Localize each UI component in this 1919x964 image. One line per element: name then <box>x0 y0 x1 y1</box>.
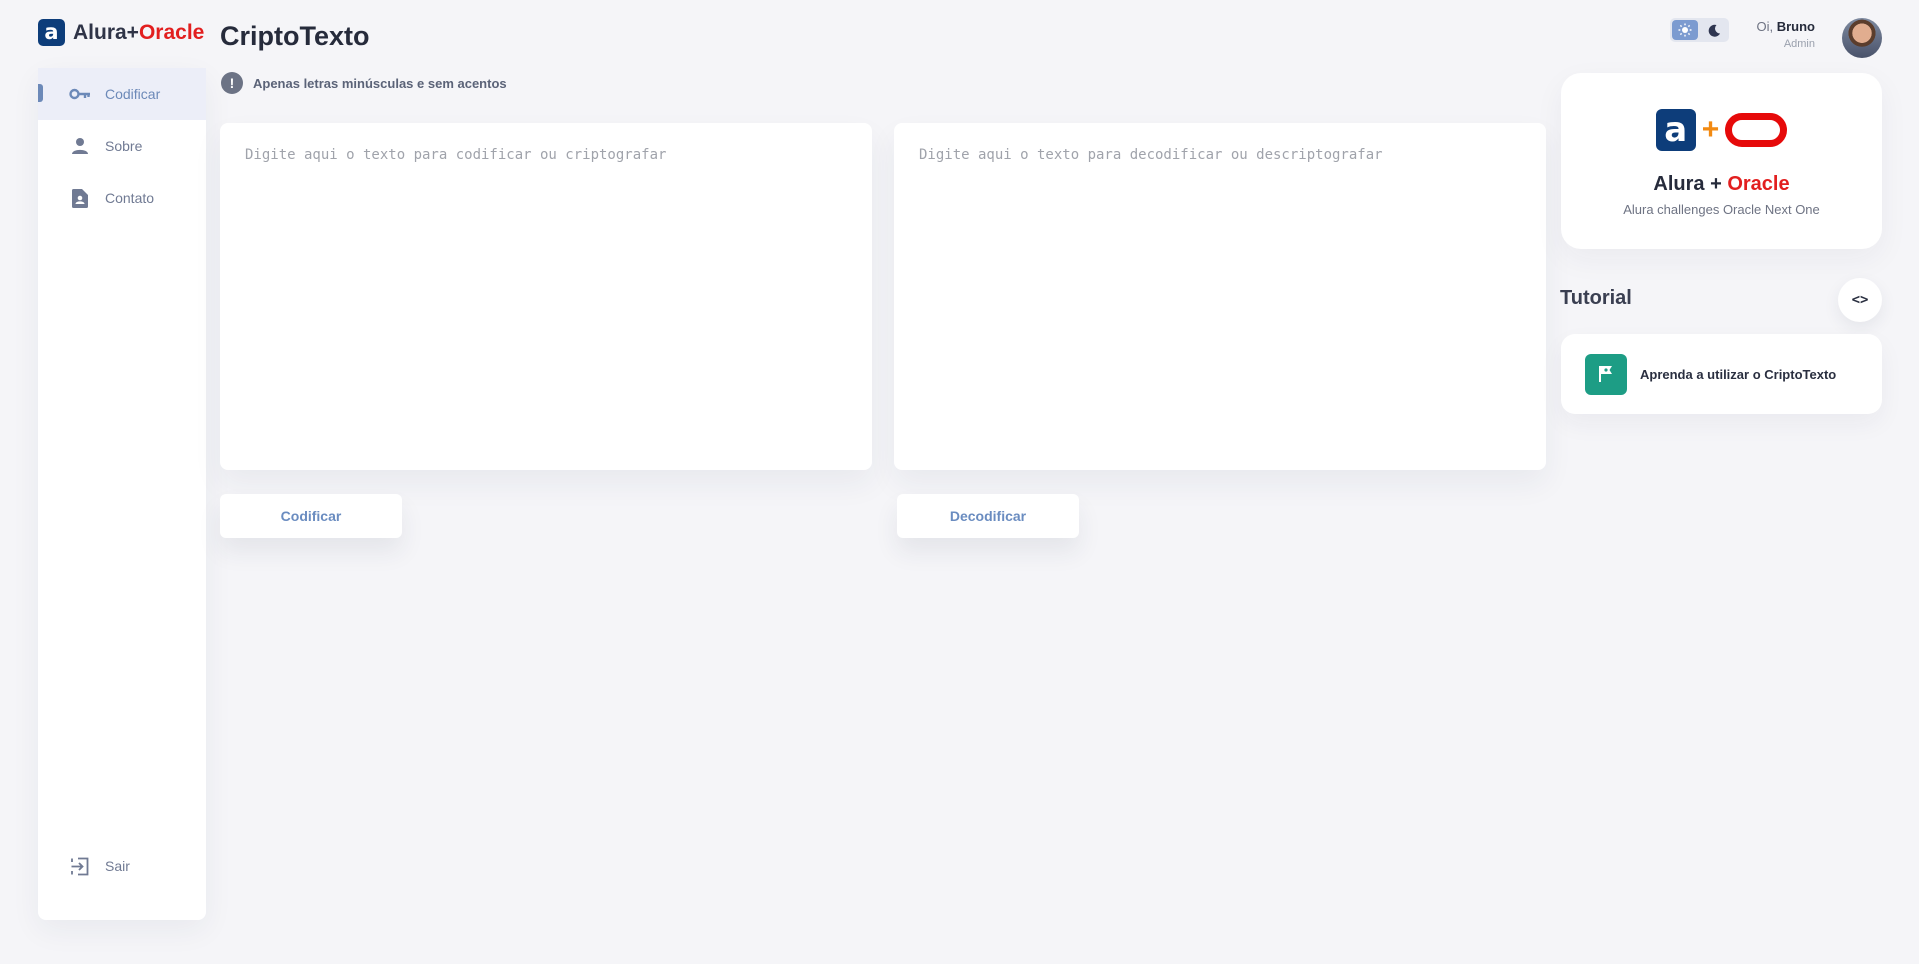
user-name: Bruno <box>1776 19 1815 34</box>
sun-icon[interactable] <box>1672 20 1698 40</box>
decode-panel <box>894 123 1546 470</box>
sidebar-item-label: Sair <box>105 858 130 874</box>
code-toggle-button[interactable]: <> <box>1838 278 1882 322</box>
flag-icon <box>1585 353 1627 395</box>
tutorial-heading: Tutorial <box>1560 287 1632 309</box>
encode-button[interactable]: Codificar <box>220 494 402 538</box>
sidebar-item-label: Codificar <box>105 86 161 102</box>
user-greeting: Oi, Bruno Admin <box>1756 19 1815 50</box>
user-role: Admin <box>1783 38 1815 50</box>
sidebar-item-contato[interactable]: Contato <box>38 172 206 224</box>
alert-icon: ! <box>221 72 243 94</box>
sidebar-item-codificar[interactable]: Codificar <box>38 68 206 120</box>
moon-icon[interactable] <box>1702 20 1728 40</box>
decode-button[interactable]: Decodificar <box>897 494 1079 538</box>
page-title: CriptoTexto <box>220 21 370 51</box>
avatar[interactable] <box>1842 18 1882 58</box>
logout-icon <box>69 857 91 876</box>
alura-logo-icon: a <box>38 19 65 46</box>
tutorial-item[interactable]: Aprenda a utilizar o CriptoTexto <box>1561 334 1882 414</box>
sidebar-item-sair[interactable]: Sair <box>38 840 206 892</box>
encode-textarea[interactable] <box>220 123 872 470</box>
sidebar: Codificar Sobre Contato Sair <box>38 68 206 920</box>
contact-card-icon <box>69 188 91 208</box>
encode-panel <box>220 123 872 470</box>
alura-oracle-logo: a + <box>1561 109 1882 151</box>
brand-name-part2: Oracle <box>138 20 205 44</box>
alura-logo-icon: a <box>1655 109 1696 151</box>
greeting-line: Oi, Bruno <box>1756 19 1815 34</box>
greeting-text: Oi, <box>1756 19 1774 34</box>
theme-toggle[interactable] <box>1670 18 1729 42</box>
card-title-part1: Alura + <box>1653 173 1728 195</box>
brand-name: Alura+Oracle <box>73 21 204 45</box>
decode-textarea[interactable] <box>894 123 1546 470</box>
tutorial-item-label: Aprenda a utilizar o CriptoTexto <box>1640 366 1837 382</box>
notice-text: Apenas letras minúsculas e sem acentos <box>253 75 507 91</box>
brand-card: a + Alura + Oracle Alura challenges Orac… <box>1561 73 1882 249</box>
brand-name-part1: Alura+ <box>73 20 139 44</box>
card-title: Alura + Oracle <box>1561 173 1882 196</box>
sidebar-item-label: Sobre <box>105 138 143 154</box>
plus-sign: + <box>1701 113 1720 146</box>
sidebar-item-label: Contato <box>105 190 155 206</box>
oracle-logo-icon <box>1725 113 1788 147</box>
input-rule-notice: ! Apenas letras minúsculas e sem acentos <box>221 72 507 94</box>
card-subtitle: Alura challenges Oracle Next One <box>1623 202 1820 217</box>
key-icon <box>69 88 91 100</box>
card-title-part2: Oracle <box>1727 173 1790 195</box>
sidebar-item-sobre[interactable]: Sobre <box>38 120 206 172</box>
user-icon <box>69 137 91 155</box>
brand-logo[interactable]: a Alura+Oracle <box>38 19 204 46</box>
